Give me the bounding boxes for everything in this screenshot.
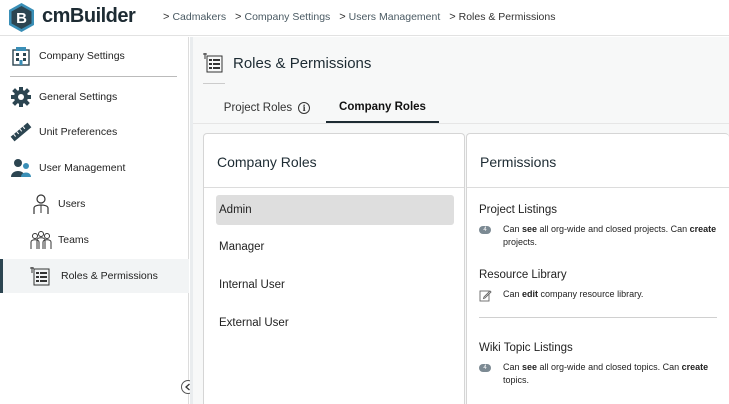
permission-text: Can see all org-wide and closed topics. … [503,362,709,385]
permission-divider [479,317,717,318]
breadcrumb-roles-permissions[interactable]: Roles & Permissions [459,11,556,23]
main-content: Roles & Permissions Project Roles i Comp… [193,37,729,404]
tab-label: Project Roles [223,102,293,114]
company-roles-panel: Company Roles Admin Manager Internal Use… [203,133,465,404]
building-icon [10,45,32,67]
role-item-internal-user[interactable]: Internal User [216,270,454,300]
sidebar-item-label: Unit Preferences [39,126,118,138]
sidebar-item-general-settings[interactable]: General Settings [0,80,189,114]
permission-row: 4 Can see all org-wide and closed projec… [479,223,719,249]
role-item-external-user[interactable]: External User [216,308,454,338]
tabs-divider [193,123,729,124]
sidebar-item-label: User Management [39,162,126,174]
level-badge-icon: 4 [479,364,491,372]
svg-text:B: B [16,10,27,27]
tab-company-roles[interactable]: Company Roles [326,93,439,123]
breadcrumb-users-management[interactable]: Users Management [349,11,441,23]
user-group-icon [10,157,32,179]
header-divider [203,83,225,84]
permissions-panel: Permissions Project Listings 4 Can see a… [466,133,729,404]
breadcrumb: > Cadmakers > Company Settings > Users Mana… [163,11,556,23]
roles-icon [30,265,52,287]
permission-section-title: Project Listings [479,204,557,216]
role-item-admin[interactable]: Admin [216,195,454,225]
breadcrumb-separator: > [235,11,242,23]
permission-section-title: Wiki Topic Listings [479,342,573,354]
tab-label: Company Roles [339,101,426,113]
logo-icon[interactable]: B [7,2,36,33]
roles-icon [203,53,223,73]
panel-divider [204,187,464,188]
panel-divider [467,187,729,188]
sidebar-item-unit-preferences[interactable]: Unit Preferences [0,115,189,149]
permission-text: Can edit company resource library. [503,289,644,299]
edit-icon [479,290,492,302]
sidebar-item-label: Roles & Permissions [61,270,158,282]
sidebar-item-label: Users [58,198,86,210]
sidebar: Company Settings General Settings Unit P… [0,37,195,404]
permission-row: Can edit company resource library. [479,288,719,307]
sidebar-item-company-settings[interactable]: Company Settings [0,39,189,73]
page-header: Roles & Permissions [203,45,371,81]
ruler-icon [10,121,32,143]
sidebar-item-label: Company Settings [39,50,125,62]
permission-text: Can see all org-wide and closed projects… [503,224,717,247]
role-item-manager[interactable]: Manager [216,232,454,262]
permission-row: 4 Can see all org-wide and closed topics… [479,361,719,387]
team-icon [30,229,52,251]
breadcrumb-cadmakers[interactable]: Cadmakers [172,11,226,23]
user-icon [30,193,52,215]
breadcrumb-separator: > [449,11,456,23]
page-title: Roles & Permissions [233,54,372,72]
sidebar-item-roles-permissions[interactable]: Roles & Permissions [0,259,189,293]
panel-title: Permissions [480,154,557,170]
sidebar-item-label: Teams [58,234,89,246]
permission-section-title: Resource Library [479,269,567,281]
sidebar-item-label: General Settings [39,91,118,103]
top-bar: B cmBuilder > Cadmakers > Company Settings… [0,0,729,36]
app-name: cmBuilder [42,5,136,27]
info-icon[interactable]: i [298,102,311,114]
breadcrumb-separator: > [339,11,346,23]
breadcrumb-company-settings[interactable]: Company Settings [244,11,330,23]
sidebar-item-user-management[interactable]: User Management [0,151,189,185]
gear-icon [10,86,32,108]
sidebar-item-users[interactable]: Users [0,187,189,221]
level-badge-icon: 4 [479,226,491,234]
panel-title: Company Roles [217,154,317,170]
sidebar-divider [10,76,177,77]
breadcrumb-separator: > [163,11,170,23]
sidebar-item-teams[interactable]: Teams [0,223,189,257]
tab-project-roles[interactable]: Project Roles i [211,93,323,123]
